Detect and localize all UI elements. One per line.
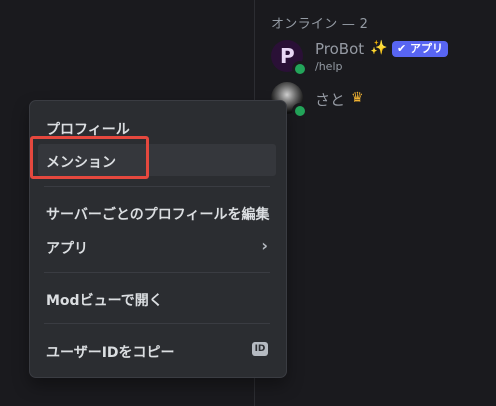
avatar: P [271,40,308,77]
menu-item-label: Modビューで開く [46,293,163,309]
menu-item-copy-user-id[interactable]: ユーザーIDをコピー ID [38,334,276,366]
online-status-icon [292,61,308,77]
menu-item-apps[interactable]: アプリ › [38,230,276,262]
menu-item-label: ユーザーIDをコピー [46,345,175,361]
app-badge: ✔ アプリ [392,41,449,57]
member-activity: /help [315,60,343,73]
member-section-title: オンライン — 2 [271,17,369,32]
menu-separator [44,272,270,273]
online-status-icon [292,103,308,119]
menu-item-open-mod-view[interactable]: Modビューで開く [38,282,276,314]
annotation-highlight-box [30,136,149,179]
id-icon: ID [252,342,268,356]
menu-item-label: サーバーごとのプロフィールを編集 [46,207,270,223]
menu-separator [44,323,270,324]
menu-item-edit-server-profile[interactable]: サーバーごとのプロフィールを編集 [38,196,276,228]
owner-crown-icon: ♛ [351,90,364,106]
member-probot[interactable]: P ProBot ✨ ✔ アプリ /help [271,40,491,77]
member-sato[interactable]: さと ♛ [271,82,491,119]
menu-item-label: アプリ [46,241,88,257]
menu-separator [44,186,270,187]
sparkles-icon: ✨ [370,40,388,56]
member-name: ProBot [315,40,365,58]
member-name: さと [315,91,346,109]
chevron-right-icon: › [261,236,268,255]
member-list: オンライン — 2 P ProBot ✨ ✔ アプリ /help さと ♛ [255,0,496,406]
